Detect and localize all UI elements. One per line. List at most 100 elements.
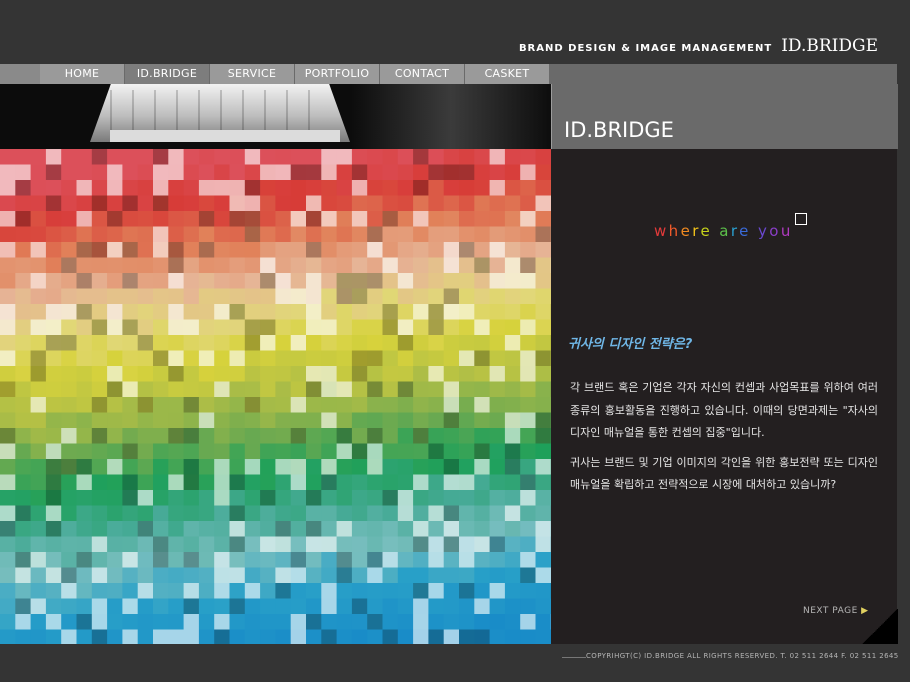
- mosaic-tile: [413, 149, 429, 165]
- mosaic-tile: [474, 412, 491, 429]
- nav-item-home[interactable]: HOME: [40, 64, 124, 84]
- mosaic-tile: [504, 180, 521, 196]
- mosaic-tile: [474, 459, 491, 475]
- mosaic-tile: [275, 257, 292, 274]
- mosaic-tile: [30, 226, 47, 243]
- mosaic-tile: [351, 397, 368, 413]
- mosaic-tile: [413, 428, 429, 444]
- mosaic-tile: [351, 304, 368, 320]
- mosaic-tile: [61, 397, 77, 413]
- mosaic-tile: [45, 521, 62, 537]
- mosaic-tile: [306, 304, 322, 320]
- mosaic-tile: [153, 211, 169, 227]
- mosaic-tile: [61, 428, 77, 444]
- mosaic-tile: [535, 459, 551, 475]
- mosaic-tile: [351, 505, 368, 522]
- mosaic-tile: [321, 536, 338, 553]
- mosaic-tile: [397, 226, 414, 243]
- mosaic-tile: [244, 428, 261, 444]
- mosaic-tile: [168, 490, 185, 506]
- mosaic-tile: [153, 412, 169, 429]
- mosaic-tile: [0, 288, 16, 305]
- mosaic-tile: [382, 195, 399, 212]
- mosaic-tile: [520, 304, 536, 320]
- mosaic-tile: [504, 366, 521, 382]
- mosaic-tile: [61, 614, 77, 630]
- mosaic-tile: [367, 211, 383, 227]
- mosaic-tile: [489, 304, 506, 320]
- mosaic-tile: [459, 335, 475, 351]
- mosaic-tile: [76, 273, 93, 289]
- mosaic-tile: [76, 521, 93, 537]
- mosaic-tile: [306, 412, 322, 429]
- mosaic-tile: [367, 366, 383, 382]
- mosaic-tile: [15, 428, 32, 444]
- mosaic-tile: [474, 242, 491, 258]
- mosaic-tile: [61, 567, 77, 584]
- mosaic-tile: [535, 629, 551, 644]
- mosaic-tile: [336, 397, 353, 413]
- mosaic-tile: [459, 412, 475, 429]
- mosaic-tile: [321, 366, 338, 382]
- nav-item-casket[interactable]: CASKET: [465, 64, 549, 84]
- mosaic-tile: [91, 273, 108, 289]
- mosaic-tile: [61, 552, 77, 568]
- mosaic-tile: [168, 474, 185, 491]
- mosaic-tile: [520, 319, 536, 336]
- mosaic-tile: [229, 211, 246, 227]
- mosaic-tile: [336, 242, 353, 258]
- mosaic-tile: [214, 536, 230, 553]
- mosaic-tile: [474, 443, 491, 460]
- mosaic-tile: [520, 629, 536, 644]
- mosaic-tile: [214, 149, 230, 165]
- mosaic-tile: [367, 242, 383, 258]
- mosaic-tile: [107, 381, 123, 398]
- mosaic-tile: [168, 443, 185, 460]
- mosaic-tile: [198, 397, 215, 413]
- nav-item-contact[interactable]: CONTACT: [380, 64, 464, 84]
- mosaic-tile: [520, 490, 536, 506]
- mosaic-tile: [520, 459, 536, 475]
- mosaic-tile: [30, 164, 47, 181]
- mosaic-tile: [260, 211, 276, 227]
- mosaic-tile: [214, 195, 230, 212]
- photo-ribs: [110, 90, 330, 130]
- mosaic-tile: [306, 180, 322, 196]
- nav-item-id-bridge[interactable]: ID.BRIDGE: [125, 64, 209, 84]
- mosaic-tile: [397, 552, 414, 568]
- mosaic-tile: [504, 195, 521, 212]
- mosaic-tile: [198, 350, 215, 367]
- nav-item-portfolio[interactable]: PORTFOLIO: [295, 64, 379, 84]
- mosaic-tile: [137, 304, 154, 320]
- mosaic-tile: [321, 242, 338, 258]
- mosaic-tile: [91, 242, 108, 258]
- mosaic-tile: [367, 412, 383, 429]
- mosaic-tile: [214, 598, 230, 615]
- mosaic-tile: [489, 164, 506, 181]
- mosaic-tile: [413, 288, 429, 305]
- mosaic-tile: [489, 428, 506, 444]
- mosaic-tile: [0, 350, 16, 367]
- mosaic-tile: [306, 474, 322, 491]
- mosaic-tile: [397, 257, 414, 274]
- mosaic-tile: [489, 288, 506, 305]
- mosaic-tile: [459, 319, 475, 336]
- mosaic-tile: [137, 412, 154, 429]
- mosaic-tile: [168, 350, 185, 367]
- nav-item-service[interactable]: SERVICE: [210, 64, 294, 84]
- brand-tagline: BRAND DESIGN & IMAGE MANAGEMENT: [518, 43, 773, 54]
- mosaic-tile: [382, 350, 399, 367]
- site-logo[interactable]: ID.BRIDGE: [781, 36, 878, 56]
- mosaic-tile: [275, 459, 292, 475]
- mosaic-tile: [107, 211, 123, 227]
- mosaic-tile: [382, 288, 399, 305]
- mosaic-tile: [122, 583, 139, 599]
- mosaic-tile: [214, 521, 230, 537]
- mosaic-tile: [275, 567, 292, 584]
- next-page-link[interactable]: NEXT PAGE ▶: [803, 606, 869, 616]
- mosaic-tile: [382, 521, 399, 537]
- mosaic-tile: [397, 567, 414, 584]
- mosaic-tile: [229, 459, 246, 475]
- mosaic-tile: [0, 180, 16, 196]
- mosaic-tile: [336, 536, 353, 553]
